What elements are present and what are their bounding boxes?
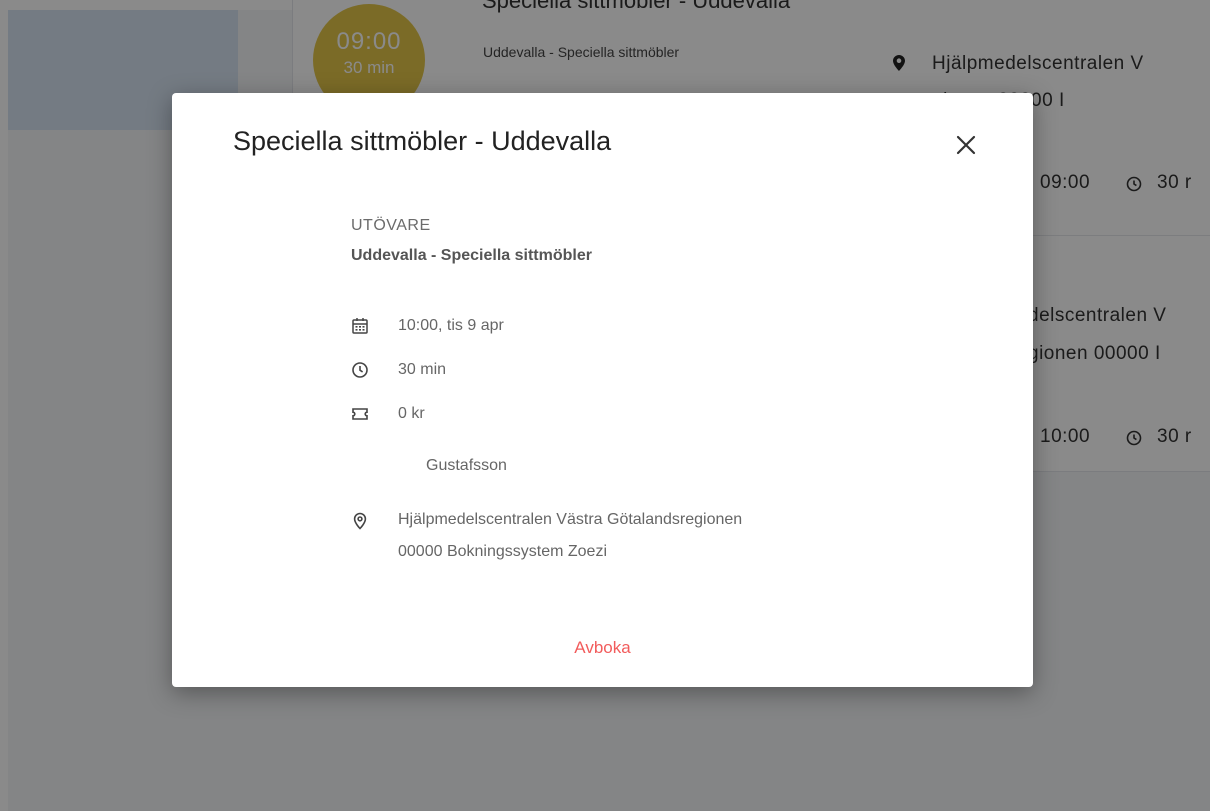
location-line2: 00000 Bokningssystem Zoezi: [398, 543, 607, 560]
location-line1: Hjälpmedelscentralen Västra Götalandsreg…: [398, 511, 743, 528]
booking-detail-dialog: Speciella sittmöbler - Uddevalla UTÖVARE…: [172, 93, 1033, 687]
calendar-icon: [352, 318, 368, 334]
close-icon[interactable]: [952, 131, 980, 159]
date-time: 10:00, tis 9 apr: [398, 317, 504, 334]
price: 0 kr: [398, 405, 425, 422]
instructor-name: Gustafsson: [426, 457, 507, 474]
duration: 30 min: [398, 361, 447, 378]
location-pin-icon: [353, 512, 367, 530]
cancel-booking-button[interactable]: Avboka: [172, 638, 1033, 658]
clock-icon: [352, 362, 368, 378]
ticket-icon: [352, 408, 368, 420]
performer-label: UTÖVARE: [351, 217, 431, 234]
dialog-title: Speciella sittmöbler - Uddevalla: [233, 126, 612, 156]
performer-name: Uddevalla - Speciella sittmöbler: [351, 247, 592, 264]
